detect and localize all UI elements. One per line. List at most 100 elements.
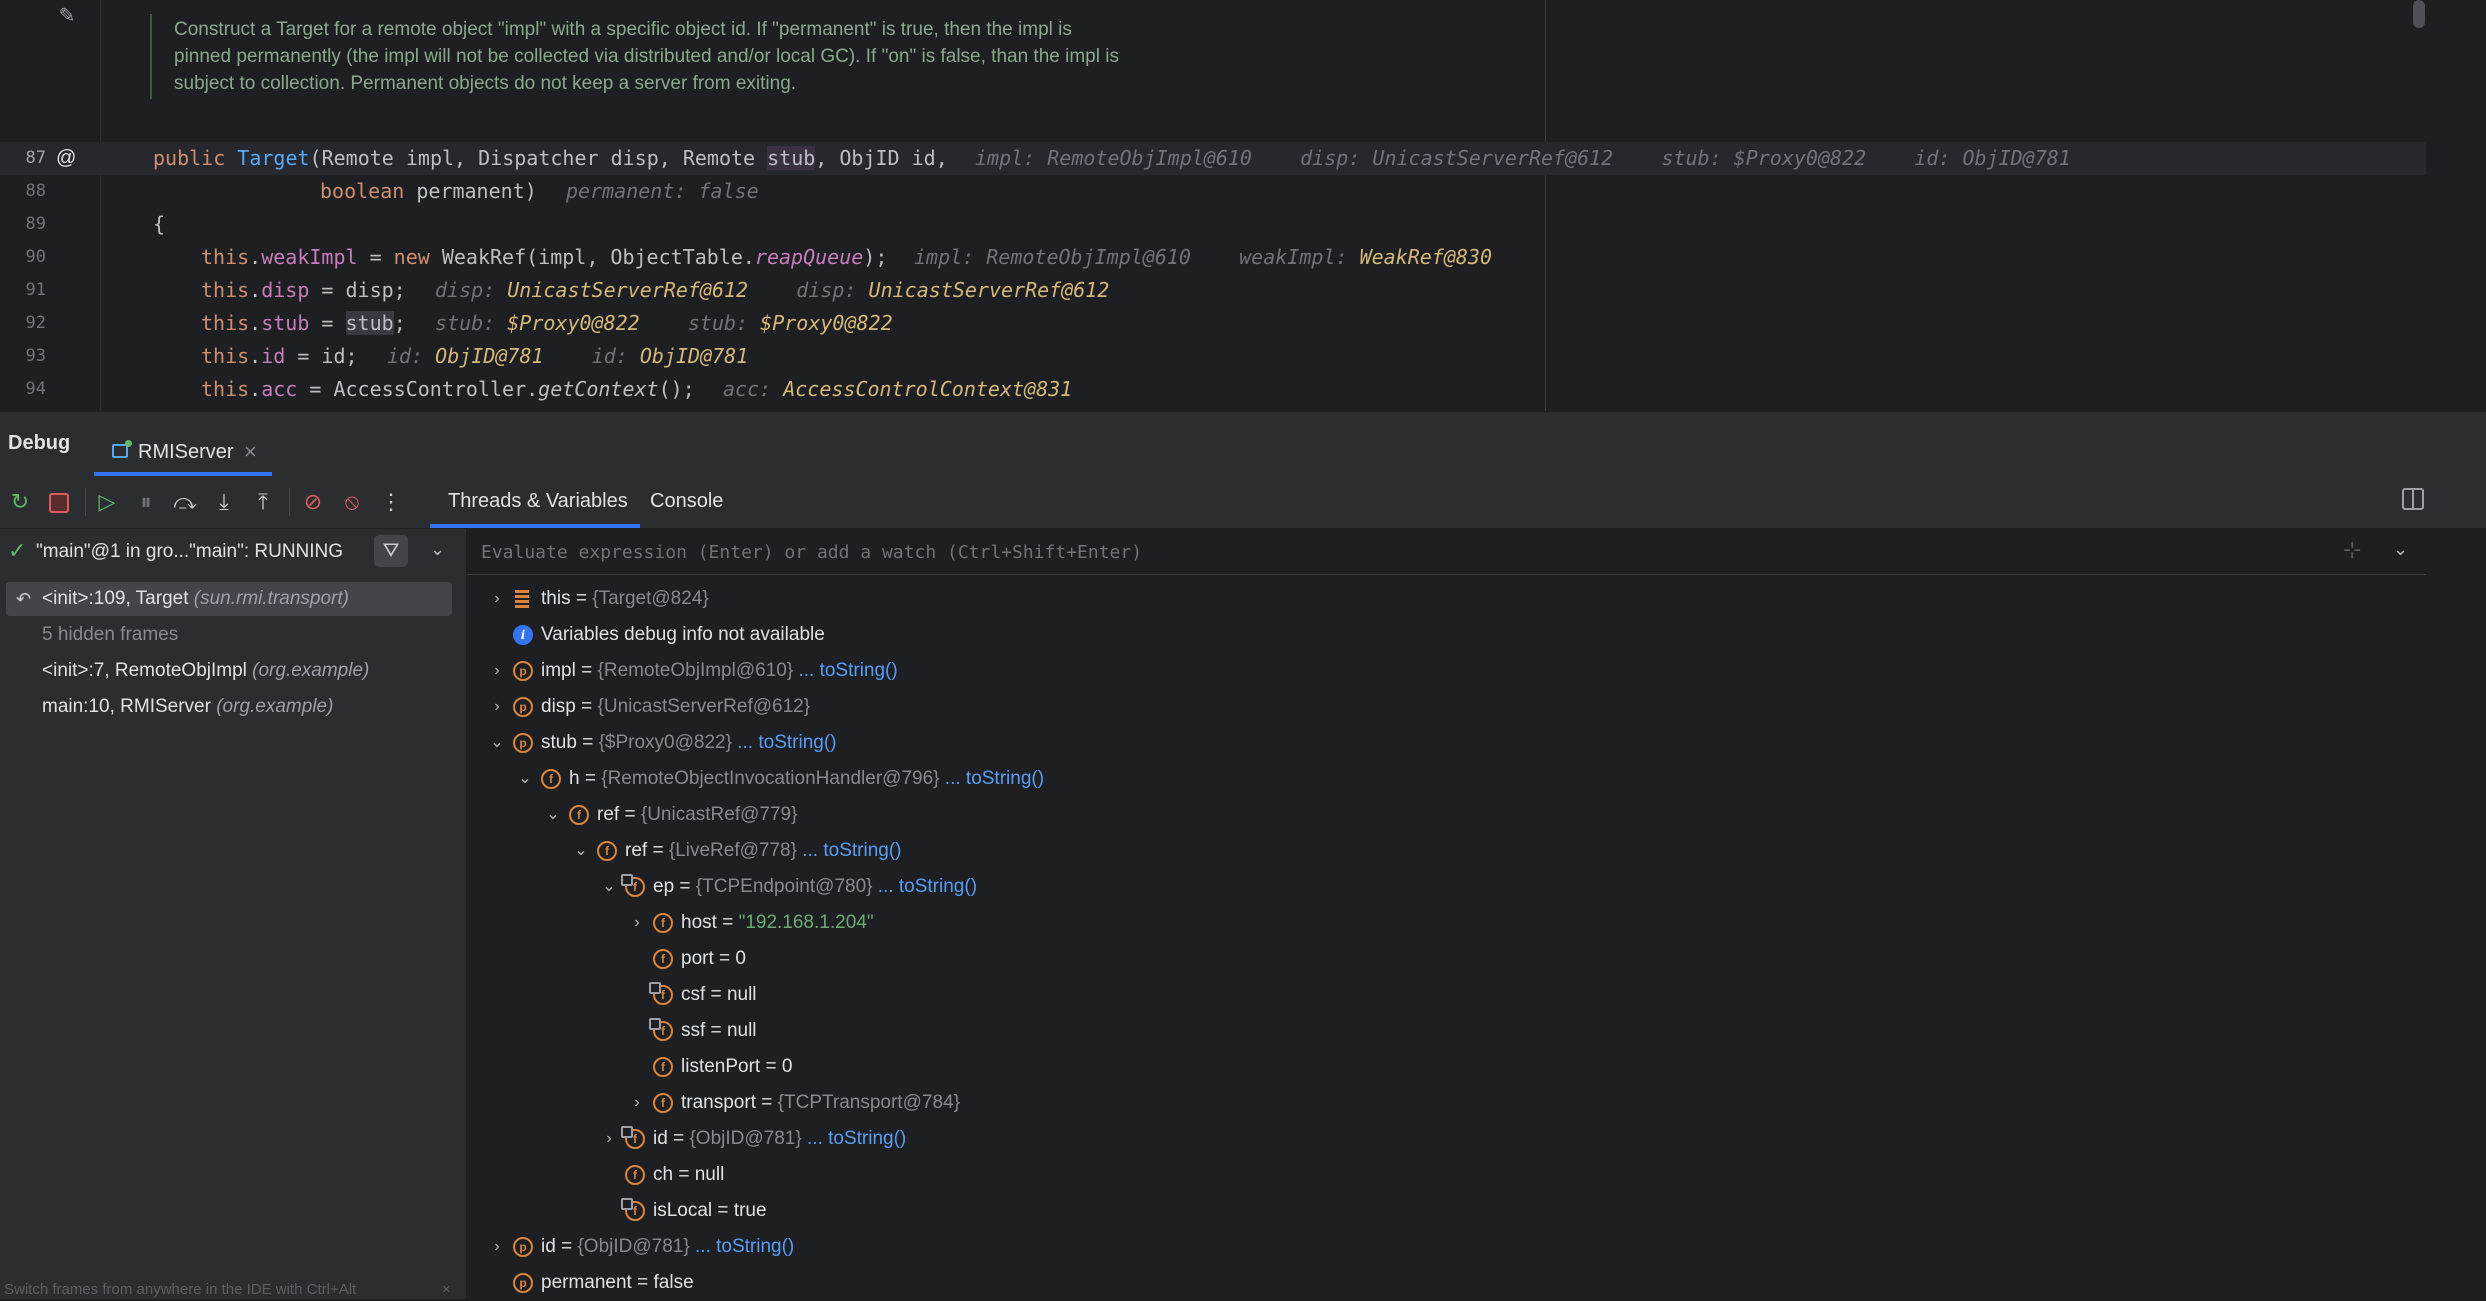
tab-threads-variables[interactable]: Threads & Variables <box>430 476 640 528</box>
chevron-right-icon[interactable]: › <box>599 1121 619 1157</box>
breakpoints-icon[interactable]: ⊘ <box>299 488 327 516</box>
private-field-icon: f <box>621 1198 645 1221</box>
field-icon: f <box>597 841 617 861</box>
to-string-link[interactable]: ... toString() <box>945 768 1044 789</box>
stop-icon[interactable] <box>45 488 73 516</box>
toolbar-separator <box>85 488 86 516</box>
run-config-icon <box>112 440 132 458</box>
parameter-icon: p <box>513 697 533 717</box>
back-icon: ↶ <box>16 589 32 609</box>
line-number: 94 <box>25 379 46 399</box>
code-line-89[interactable]: 89 { <box>0 208 2426 241</box>
add-watch-icon[interactable]: ⊹ <box>2343 537 2361 563</box>
field-icon: f <box>625 1165 645 1185</box>
code-text: this.acc = AccessController.getContext()… <box>201 377 695 401</box>
field-icon: f <box>653 949 673 969</box>
pencil-icon[interactable]: ✎ <box>55 4 79 28</box>
to-string-link[interactable]: ... toString() <box>802 840 901 861</box>
tab-underline <box>430 524 640 528</box>
pause-icon[interactable]: ⏸ <box>132 488 160 516</box>
code-text: boolean permanent) <box>320 179 537 203</box>
chevron-right-icon[interactable]: › <box>627 1085 647 1121</box>
code-line-91[interactable]: 91 this.disp = disp; disp: UnicastServer… <box>0 274 2426 307</box>
private-field-icon: f <box>621 874 645 897</box>
inline-hints: id: ObjID@781 id: ObjID@781 <box>387 344 749 368</box>
code-text: this.disp = disp; <box>201 278 406 302</box>
code-text: this.id = id; <box>201 344 358 368</box>
frame-item[interactable]: ↶ <init>:109, Target (sun.rmi.transport) <box>6 582 452 616</box>
inline-hints: permanent: false <box>566 179 759 203</box>
line-number: 92 <box>25 313 46 333</box>
annotation-at-icon[interactable]: @ <box>56 148 76 168</box>
chevron-right-icon[interactable]: › <box>487 653 507 689</box>
variables-panel: ⊹ ⌄ › this = {Target@824} i Variables de… <box>467 529 2426 1299</box>
chevron-right-icon[interactable]: › <box>627 905 647 941</box>
code-line-93[interactable]: 93 this.id = id; id: ObjID@781 id: ObjID… <box>0 340 2426 373</box>
close-icon[interactable]: × <box>442 1281 451 1298</box>
filter-icon[interactable]: ⛛ <box>374 535 408 567</box>
chevron-down-icon[interactable]: ⌄ <box>430 539 445 560</box>
code-text: public Target(Remote impl, Dispatcher di… <box>153 146 948 170</box>
tab-label: RMIServer <box>138 441 234 463</box>
chevron-right-icon[interactable]: › <box>487 581 507 617</box>
chevron-down-icon[interactable]: ⌄ <box>599 869 619 905</box>
field-icon: f <box>653 1057 673 1077</box>
line-number: 90 <box>25 247 46 267</box>
close-icon[interactable]: × <box>244 439 257 465</box>
thread-label: "main"@1 in gro..."main": RUNNING <box>36 541 344 562</box>
code-line-87[interactable]: 87 @ public Target(Remote impl, Dispatch… <box>0 142 2426 175</box>
to-string-link[interactable]: ... toString() <box>878 876 977 897</box>
code-line-94[interactable]: 94 this.acc = AccessController.getContex… <box>0 373 2426 406</box>
code-line-90[interactable]: 90 this.weakImpl = new WeakRef(impl, Obj… <box>0 241 2426 274</box>
hidden-frames-toggle[interactable]: 5 hidden frames <box>6 618 452 652</box>
frame-item[interactable]: <init>:7, RemoteObjImpl (org.example) <box>6 654 452 688</box>
code-editor[interactable]: ✎ Construct a Target for a remote object… <box>0 0 2426 411</box>
to-string-link[interactable]: ... toString() <box>695 1236 794 1257</box>
chevron-right-icon[interactable]: › <box>487 689 507 725</box>
chevron-down-icon[interactable]: ⌄ <box>543 797 563 833</box>
tab-rmiserver[interactable]: RMIServer × <box>94 420 272 476</box>
debug-toolbar: ↻ ▷ ⏸ ⤼ ⤓ ⤒ ⊘ ⦸ ⋮ Threads & Variables Co… <box>0 476 2486 529</box>
line-number: 87 <box>25 148 46 168</box>
to-string-link[interactable]: ... toString() <box>737 732 836 753</box>
editor-scrollbar-thumb[interactable] <box>2413 0 2425 28</box>
frame-item[interactable]: main:10, RMIServer (org.example) <box>6 690 452 724</box>
stack-icon <box>513 589 531 609</box>
field-icon: f <box>541 769 561 789</box>
inline-hints: impl: RemoteObjImpl@610 disp: UnicastSer… <box>975 146 2071 170</box>
mute-breakpoints-icon[interactable]: ⦸ <box>338 488 366 516</box>
step-into-icon[interactable]: ⤓ <box>210 488 238 516</box>
field-icon: f <box>653 913 673 933</box>
inline-hints: disp: UnicastServerRef@612 disp: Unicast… <box>435 278 1110 302</box>
thread-selector[interactable]: ✓ "main"@1 in gro..."main": RUNNING ⛛ ⌄ <box>0 529 466 574</box>
resume-icon[interactable]: ▷ <box>93 488 121 516</box>
code-line-92[interactable]: 92 this.stub = stub; stub: $Proxy0@822 s… <box>0 307 2426 340</box>
rerun-icon[interactable]: ↻ <box>6 488 34 516</box>
toolbar-separator <box>289 488 290 516</box>
frames-panel: ✓ "main"@1 in gro..."main": RUNNING ⛛ ⌄ … <box>0 529 467 1299</box>
check-icon: ✓ <box>8 538 27 563</box>
step-over-icon[interactable]: ⤼ <box>171 488 199 516</box>
chevron-down-icon[interactable]: ⌄ <box>2393 539 2408 560</box>
field-icon: f <box>569 805 589 825</box>
chevron-down-icon[interactable]: ⌄ <box>487 725 507 761</box>
code-line-88[interactable]: 88 boolean permanent) permanent: false <box>0 175 2426 208</box>
chevron-down-icon[interactable]: ⌄ <box>515 761 535 797</box>
more-icon[interactable]: ⋮ <box>377 488 405 516</box>
chevron-right-icon[interactable]: › <box>487 1229 507 1265</box>
step-out-icon[interactable]: ⤒ <box>249 488 277 516</box>
inline-hints: impl: RemoteObjImpl@610 weakImpl: WeakRe… <box>914 245 1493 269</box>
chevron-down-icon[interactable]: ⌄ <box>571 833 591 869</box>
private-field-icon: f <box>649 982 673 1005</box>
doc-comment: Construct a Target for a remote object "… <box>150 14 1124 99</box>
evaluate-expression-input[interactable] <box>479 535 2283 569</box>
private-field-icon: f <box>621 1126 645 1149</box>
parameter-icon: p <box>513 733 533 753</box>
tab-console[interactable]: Console <box>650 490 723 513</box>
layout-icon[interactable] <box>2402 488 2424 510</box>
to-string-link[interactable]: ... toString() <box>807 1128 906 1149</box>
inline-hints: stub: $Proxy0@822 stub: $Proxy0@822 <box>435 311 893 335</box>
line-number: 93 <box>25 346 46 366</box>
inline-hints: acc: AccessControlContext@831 <box>723 377 1073 401</box>
to-string-link[interactable]: ... toString() <box>798 660 897 681</box>
